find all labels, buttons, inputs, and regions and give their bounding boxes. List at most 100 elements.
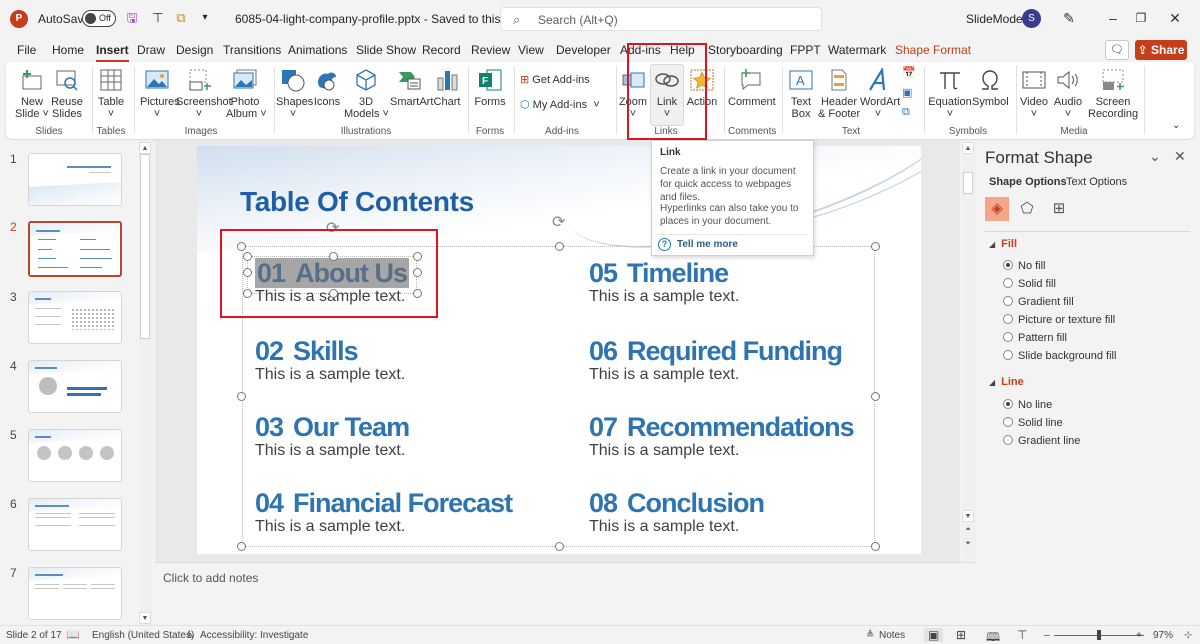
forms-button[interactable]: F Forms: [474, 68, 506, 108]
resize-handle[interactable]: [871, 542, 880, 551]
scroll-down-icon[interactable]: ▼: [139, 612, 151, 624]
tab-home[interactable]: Home: [52, 43, 84, 57]
customize-qat-icon[interactable]: ▾: [197, 10, 213, 26]
fill-line-icon[interactable]: ◈: [985, 197, 1009, 221]
tab-review[interactable]: Review: [471, 43, 510, 57]
chart-button[interactable]: Chart: [432, 68, 462, 108]
tab-design[interactable]: Design: [176, 43, 213, 57]
save-icon[interactable]: 🖫: [124, 10, 140, 26]
normal-view-icon[interactable]: ▣: [924, 628, 944, 642]
new-slide-button[interactable]: New Slide ˅: [14, 68, 50, 120]
tab-draw[interactable]: Draw: [137, 43, 165, 57]
tab-view[interactable]: View: [518, 43, 544, 57]
toc-item[interactable]: 07 Recommendations This is a sample text.: [589, 412, 855, 460]
accessibility-icon[interactable]: ♿: [186, 630, 195, 641]
spelling-icon[interactable]: 📖: [66, 628, 80, 641]
effects-icon[interactable]: ⬠: [1015, 197, 1039, 221]
rotate-handle-icon[interactable]: ⟳: [552, 212, 565, 232]
toc-item[interactable]: 06 Required Funding This is a sample text…: [589, 336, 843, 384]
slide-thumbnail-2[interactable]: [28, 221, 122, 277]
slide-title[interactable]: Table Of Contents: [240, 186, 474, 218]
wordart-button[interactable]: WordArt ˅: [860, 68, 900, 120]
tab-slide-show[interactable]: Slide Show: [356, 43, 416, 57]
zoom-in-icon[interactable]: +: [1136, 630, 1142, 641]
radio-button[interactable]: [1003, 296, 1013, 306]
radio-no-line[interactable]: No line: [1003, 399, 1052, 411]
document-title[interactable]: 6085-04-light-company-profile.pptx - Sav…: [235, 12, 530, 26]
reading-view-icon[interactable]: 🕮: [986, 628, 1000, 644]
tab-animations[interactable]: Animations: [288, 43, 347, 57]
comment-button[interactable]: Comment: [728, 68, 776, 108]
scroll-up-icon[interactable]: ▲: [139, 142, 151, 154]
radio-button-selected[interactable]: [1003, 399, 1013, 409]
next-slide-icon[interactable]: ⏷: [962, 538, 974, 550]
minimize-icon[interactable]: –: [1102, 8, 1124, 28]
ribbon-expand-icon[interactable]: ⌄: [1172, 120, 1180, 131]
avatar[interactable]: S: [1022, 9, 1041, 28]
notes-pane[interactable]: Click to add notes: [155, 562, 976, 624]
slide-thumbnail-3[interactable]: [28, 291, 122, 344]
share-button[interactable]: ⇪ Share: [1135, 40, 1187, 60]
3d-models-button[interactable]: 3D Models ˅: [344, 68, 389, 120]
radio-button[interactable]: [1003, 417, 1013, 427]
header-footer-button[interactable]: Header & Footer: [818, 68, 860, 120]
tab-record[interactable]: Record: [422, 43, 461, 57]
fit-to-window-icon[interactable]: ⊹: [1184, 630, 1192, 641]
pictures-button[interactable]: Pictures ˅: [140, 68, 180, 120]
accessibility-status[interactable]: Accessibility: Investigate: [200, 630, 308, 641]
radio-solid-fill[interactable]: Solid fill: [1003, 278, 1056, 290]
notes-placeholder[interactable]: Click to add notes: [163, 571, 258, 585]
slide-thumbnail-7[interactable]: [28, 567, 122, 620]
scroll-down-icon[interactable]: ▼: [962, 510, 974, 522]
scrollbar-thumb[interactable]: [963, 172, 973, 194]
previous-slide-icon[interactable]: ⏶: [962, 524, 974, 536]
reuse-slides-button[interactable]: Reuse Slides: [50, 68, 84, 120]
radio-button[interactable]: [1003, 278, 1013, 288]
resize-handle[interactable]: [555, 242, 564, 251]
close-icon[interactable]: ✕: [1164, 8, 1186, 28]
slide-show-icon[interactable]: ⊤: [1017, 628, 1027, 642]
user-name[interactable]: SlideModel: [966, 12, 1025, 26]
pane-close-icon[interactable]: ✕: [1174, 148, 1186, 165]
restore-icon[interactable]: ❐: [1130, 8, 1152, 28]
pane-options-icon[interactable]: ⌄: [1149, 148, 1161, 165]
canvas-scrollbar[interactable]: ▲ ▼ ⏶ ⏷: [962, 140, 976, 562]
get-add-ins-button[interactable]: ⊞ Get Add-ins: [520, 73, 590, 86]
notes-icon[interactable]: ≜: [866, 630, 874, 641]
scroll-up-icon[interactable]: ▲: [962, 142, 974, 154]
resize-handle[interactable]: [555, 542, 564, 551]
screenshot-button[interactable]: Screenshot ˅: [176, 68, 232, 120]
resize-handle[interactable]: [871, 242, 880, 251]
autosave-toggle[interactable]: Off: [82, 10, 116, 27]
tab-shape-options[interactable]: Shape Options: [989, 176, 1067, 188]
pen-icon[interactable]: ✎: [1058, 8, 1080, 28]
radio-button[interactable]: [1003, 332, 1013, 342]
my-add-ins-button[interactable]: ⬡ My Add-ins ˅: [520, 98, 600, 111]
audio-button[interactable]: Audio ˅: [1052, 68, 1084, 120]
tab-developer[interactable]: Developer: [556, 43, 611, 57]
table-button[interactable]: Table ˅: [96, 68, 126, 120]
tab-fppt[interactable]: FPPT: [790, 43, 821, 57]
tab-transitions[interactable]: Transitions: [223, 43, 281, 57]
radio-gradient-line[interactable]: Gradient line: [1003, 435, 1080, 447]
scrollbar-thumb[interactable]: [140, 154, 150, 339]
text-box-button[interactable]: A Text Box: [786, 68, 816, 120]
resize-handle[interactable]: [237, 542, 246, 551]
slide-sorter-icon[interactable]: ⊞: [956, 628, 966, 642]
present-from-beginning-icon[interactable]: ⊤: [150, 10, 166, 26]
slide-thumbnail-1[interactable]: [28, 153, 122, 206]
comments-button[interactable]: 🗨: [1105, 40, 1129, 60]
radio-button[interactable]: [1003, 435, 1013, 445]
slide-thumbnail-4[interactable]: [28, 360, 122, 413]
switch-icon[interactable]: ⧉: [173, 10, 189, 26]
notes-toggle[interactable]: Notes: [879, 630, 905, 641]
radio-button-selected[interactable]: [1003, 260, 1013, 270]
thumbnail-scrollbar[interactable]: ▲ ▼: [139, 140, 152, 625]
radio-gradient-fill[interactable]: Gradient fill: [1003, 296, 1074, 308]
icons-button[interactable]: Icons: [312, 68, 342, 108]
resize-handle[interactable]: [237, 392, 246, 401]
slide-thumbnail-6[interactable]: [28, 498, 122, 551]
fill-section-header[interactable]: ◢ Fill: [989, 238, 1017, 250]
search-input[interactable]: ⌕ Search (Alt+Q): [500, 7, 822, 31]
zoom-slider-knob[interactable]: [1097, 630, 1101, 640]
